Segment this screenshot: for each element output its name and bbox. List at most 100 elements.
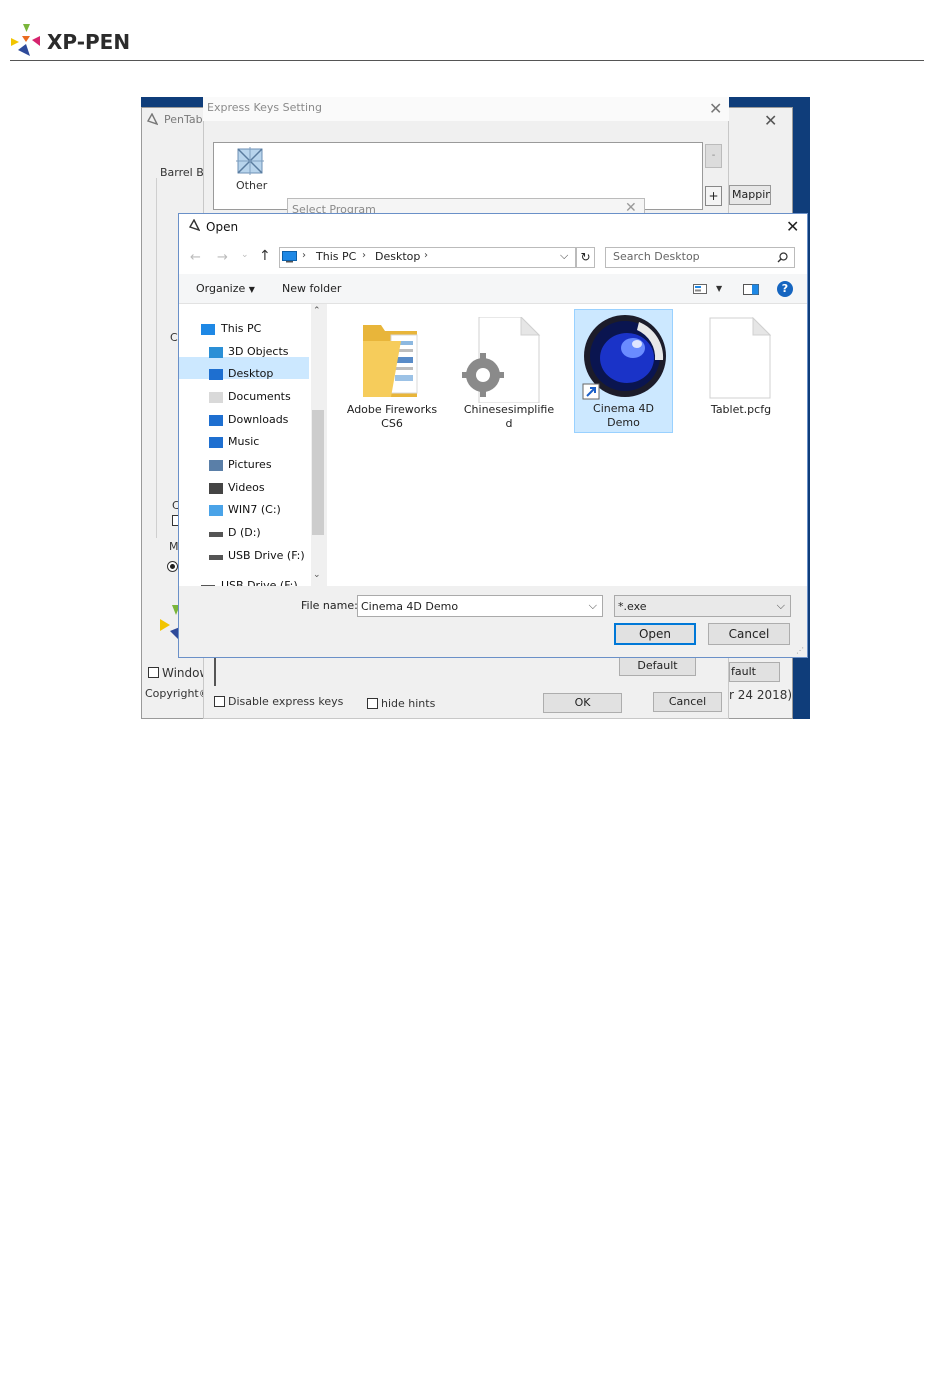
- blank-file-icon: [709, 317, 771, 399]
- file-item[interactable]: Tablet.pcfg: [693, 311, 789, 433]
- file-type-select[interactable]: *.exe ⌵: [614, 595, 791, 617]
- header-divider: [10, 60, 924, 61]
- date-text: r 24 2018): [729, 688, 793, 702]
- file-type-chevron-icon[interactable]: ⌵: [777, 599, 785, 613]
- scroll-down-chevron-icon[interactable]: ⌄: [313, 570, 321, 580]
- other-app-icon[interactable]: [234, 145, 266, 177]
- open-dialog-titlebar: [179, 214, 807, 242]
- file-name-line2: Demo: [607, 416, 640, 429]
- view-options-icon[interactable]: [693, 284, 707, 294]
- breadcrumb-separator-icon: ›: [362, 250, 366, 261]
- add-app-button[interactable]: +: [705, 186, 722, 206]
- disable-express-keys-checkbox[interactable]: [214, 696, 225, 707]
- nav-scrollbar-thumb[interactable]: [312, 410, 324, 535]
- open-dialog-title: Open: [206, 220, 239, 234]
- search-placeholder: Search Desktop: [613, 250, 700, 263]
- address-dropdown-chevron-icon[interactable]: ⌵: [560, 249, 568, 263]
- new-folder-button[interactable]: New folder: [282, 282, 341, 295]
- file-name-value: Cinema 4D Demo: [361, 600, 459, 613]
- organize-menu[interactable]: Organize ▼: [196, 282, 255, 295]
- list-scroll-up-icon[interactable]: -: [705, 144, 722, 168]
- nav-item[interactable]: WIN7 (C:): [228, 503, 281, 516]
- file-name-line2: d: [505, 417, 513, 430]
- brand-name: XP-PEN: [47, 30, 131, 54]
- music-icon: [209, 437, 223, 448]
- resize-grip-icon[interactable]: ⋰: [796, 646, 804, 655]
- pentablet-close-icon[interactable]: ✕: [764, 111, 777, 130]
- drive-icon: [209, 532, 223, 537]
- nav-item[interactable]: Downloads: [228, 413, 288, 426]
- open-button[interactable]: Open: [614, 623, 696, 645]
- video-icon: [209, 483, 223, 494]
- pc-icon: [282, 251, 297, 263]
- forward-arrow-icon[interactable]: →: [217, 250, 228, 265]
- pentablet-title: PenTabl: [164, 113, 206, 126]
- default-button[interactable]: Default: [619, 656, 696, 676]
- help-icon[interactable]: ?: [777, 281, 793, 297]
- download-icon: [209, 415, 223, 426]
- ok-button[interactable]: OK: [543, 693, 622, 713]
- pc-icon: [201, 324, 215, 335]
- file-name-input[interactable]: Cinema 4D Demo ⌵: [357, 595, 603, 617]
- mapping-button[interactable]: Mappin: [729, 185, 771, 205]
- nav-item[interactable]: USB Drive (F:): [228, 549, 305, 562]
- file-name: Adobe Fireworks: [346, 403, 438, 416]
- file-name: Tablet.pcfg: [710, 403, 772, 416]
- nav-item[interactable]: Documents: [228, 390, 291, 403]
- nav-item[interactable]: 3D Objects: [228, 345, 289, 358]
- recent-locations-chevron-icon[interactable]: ⌄: [241, 250, 249, 260]
- organize-label: Organize: [196, 282, 246, 295]
- express-keys-cancel-button[interactable]: Cancel: [653, 692, 722, 712]
- nav-item[interactable]: Desktop: [228, 367, 273, 380]
- express-keys-close-icon[interactable]: ✕: [709, 99, 722, 118]
- file-item[interactable]: Adobe Fireworks CS6: [343, 311, 441, 433]
- hide-hints-checkbox[interactable]: [367, 698, 378, 709]
- copyright-text: Copyright©: [145, 687, 210, 700]
- pen-app-icon: [146, 113, 158, 126]
- nav-item[interactable]: Music: [228, 435, 259, 448]
- default-button-behind[interactable]: fault: [729, 662, 780, 682]
- cancel-button[interactable]: Cancel: [708, 623, 790, 645]
- breadcrumb-this-pc[interactable]: This PC: [316, 250, 356, 263]
- file-name-label: File name:: [301, 599, 358, 612]
- back-arrow-icon[interactable]: ←: [190, 250, 201, 265]
- search-icon[interactable]: [777, 252, 788, 263]
- open-dialog-close-icon[interactable]: ✕: [786, 217, 799, 236]
- desktop-icon: [209, 369, 223, 380]
- scroll-up-chevron-icon[interactable]: ⌃: [313, 306, 321, 316]
- windows-drive-icon: [209, 505, 223, 516]
- xp-pen-logo-icon: [11, 24, 40, 56]
- organize-chevron-icon: ▼: [248, 285, 255, 294]
- document-icon: [209, 392, 223, 403]
- file-type-value: *.exe: [618, 600, 647, 613]
- breadcrumb-separator-icon: ›: [424, 250, 428, 261]
- breadcrumb-desktop[interactable]: Desktop: [375, 250, 420, 263]
- refresh-icon[interactable]: ↻: [576, 247, 595, 268]
- up-arrow-icon[interactable]: ↑: [259, 248, 271, 264]
- breadcrumb-separator-icon: ›: [302, 250, 306, 261]
- hide-hints-label: hide hints: [381, 697, 436, 710]
- folder-icon: [363, 325, 418, 397]
- express-keys-title: Express Keys Setting: [207, 101, 323, 114]
- file-name: Cinema 4D: [593, 402, 654, 415]
- nav-item[interactable]: This PC: [221, 322, 261, 335]
- pentablet-radio[interactable]: [167, 561, 178, 572]
- express-keys-divider: [214, 658, 216, 686]
- file-name: Chinesesimplifie: [463, 403, 555, 416]
- windows-checkbox[interactable]: [148, 667, 159, 678]
- file-name-chevron-icon[interactable]: ⌵: [589, 599, 597, 613]
- cube-icon: [209, 347, 223, 358]
- usb-drive-icon: [209, 555, 223, 560]
- cinema4d-icon: [582, 315, 666, 400]
- file-item[interactable]: Chinesesimplifie d: [459, 311, 559, 433]
- nav-item[interactable]: D (D:): [228, 526, 261, 539]
- picture-icon: [209, 460, 223, 471]
- other-app-label: Other: [236, 179, 268, 192]
- pen-app-icon: [188, 219, 200, 232]
- view-options-chevron-icon[interactable]: ▼: [716, 284, 722, 293]
- preview-pane-icon[interactable]: [743, 284, 759, 295]
- file-item-selected[interactable]: Cinema 4D Demo: [574, 309, 673, 433]
- settings-file-icon: [462, 317, 541, 403]
- nav-item[interactable]: Videos: [228, 481, 265, 494]
- nav-item[interactable]: Pictures: [228, 458, 272, 471]
